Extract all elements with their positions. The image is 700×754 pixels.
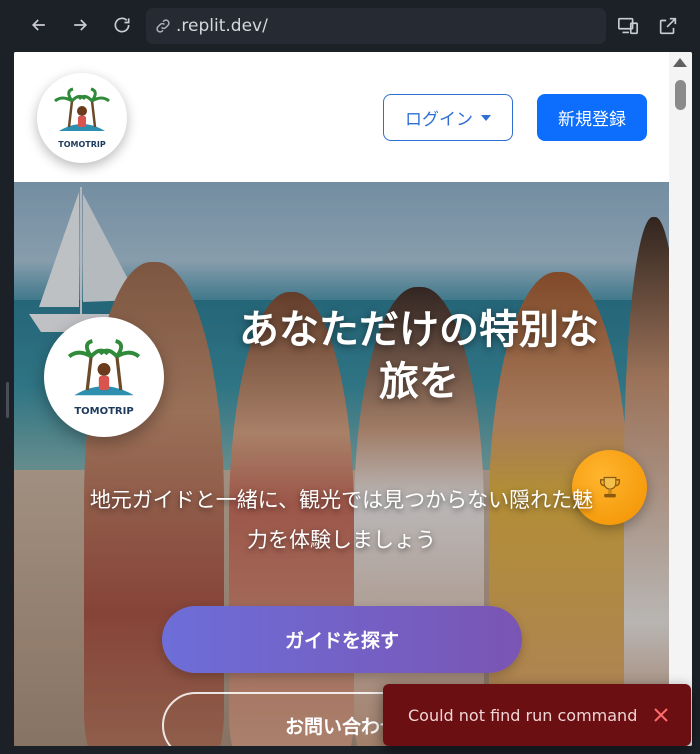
arrow-left-icon (31, 19, 45, 31)
logo-text: TOMOTRIP (58, 140, 106, 149)
page-scrollbar[interactable] (669, 52, 692, 746)
external-link-icon (659, 17, 677, 35)
hero-subtitle-line: 地元ガイドと一緒に、観光では見つからない隠れた魅 (89, 488, 594, 512)
toast-message: Could not find run command (408, 705, 638, 725)
forward-button[interactable] (65, 10, 95, 40)
palm-island-logo-icon (67, 338, 141, 395)
device-toggle-button[interactable] (614, 12, 642, 40)
hero-logo: TOMOTRIP (44, 317, 164, 437)
reload-icon (114, 17, 130, 33)
caret-down-icon (481, 114, 491, 121)
link-icon (156, 19, 170, 33)
signup-button[interactable]: 新規登録 (537, 94, 647, 141)
scroll-up-arrow-icon[interactable] (673, 58, 687, 67)
login-dropdown-button[interactable]: ログイン (383, 94, 513, 141)
back-button[interactable] (24, 10, 54, 40)
address-bar[interactable]: .replit.dev/ (146, 8, 606, 44)
open-external-button[interactable] (654, 12, 682, 40)
find-guide-button[interactable]: ガイドを探す (162, 606, 522, 673)
login-label: ログイン (405, 110, 473, 130)
hero-title: あなただけの特別な 旅を (184, 304, 654, 408)
browser-toolbar: .replit.dev/ (0, 0, 700, 52)
hero-logo-text: TOMOTRIP (74, 405, 134, 417)
hero-title-line: あなただけの特別な (239, 307, 599, 353)
site-header: TOMOTRIP TomoTrip ログイン 新規登録 (14, 52, 669, 182)
scroll-thumb[interactable] (675, 80, 686, 110)
resize-handle[interactable] (6, 382, 9, 418)
close-icon[interactable] (651, 705, 671, 725)
reload-button[interactable] (107, 10, 137, 40)
hero-title-line: 旅を (379, 359, 459, 405)
brand-name[interactable]: TomoTrip (150, 101, 262, 130)
hero-subtitle: 地元ガイドと一緒に、観光では見つからない隠れた魅 力を体験しましょう (44, 480, 639, 560)
webview: TOMOTRIP TomoTrip ログイン 新規登録 TOMOTRIP あなた… (14, 52, 692, 746)
hero-section: TOMOTRIP あなただけの特別な 旅を 地元ガイドと一緒に、観光では見つから… (14, 182, 669, 746)
error-toast: Could not find run command (383, 684, 691, 746)
devices-icon (618, 17, 638, 35)
hero-subtitle-line: 力を体験しましょう (247, 528, 436, 552)
site-logo[interactable]: TOMOTRIP (37, 73, 127, 163)
palm-island-logo-icon (54, 87, 110, 131)
url-text: .replit.dev/ (176, 16, 268, 36)
arrow-right-icon (74, 19, 88, 31)
panel-resize-rail (0, 52, 14, 754)
